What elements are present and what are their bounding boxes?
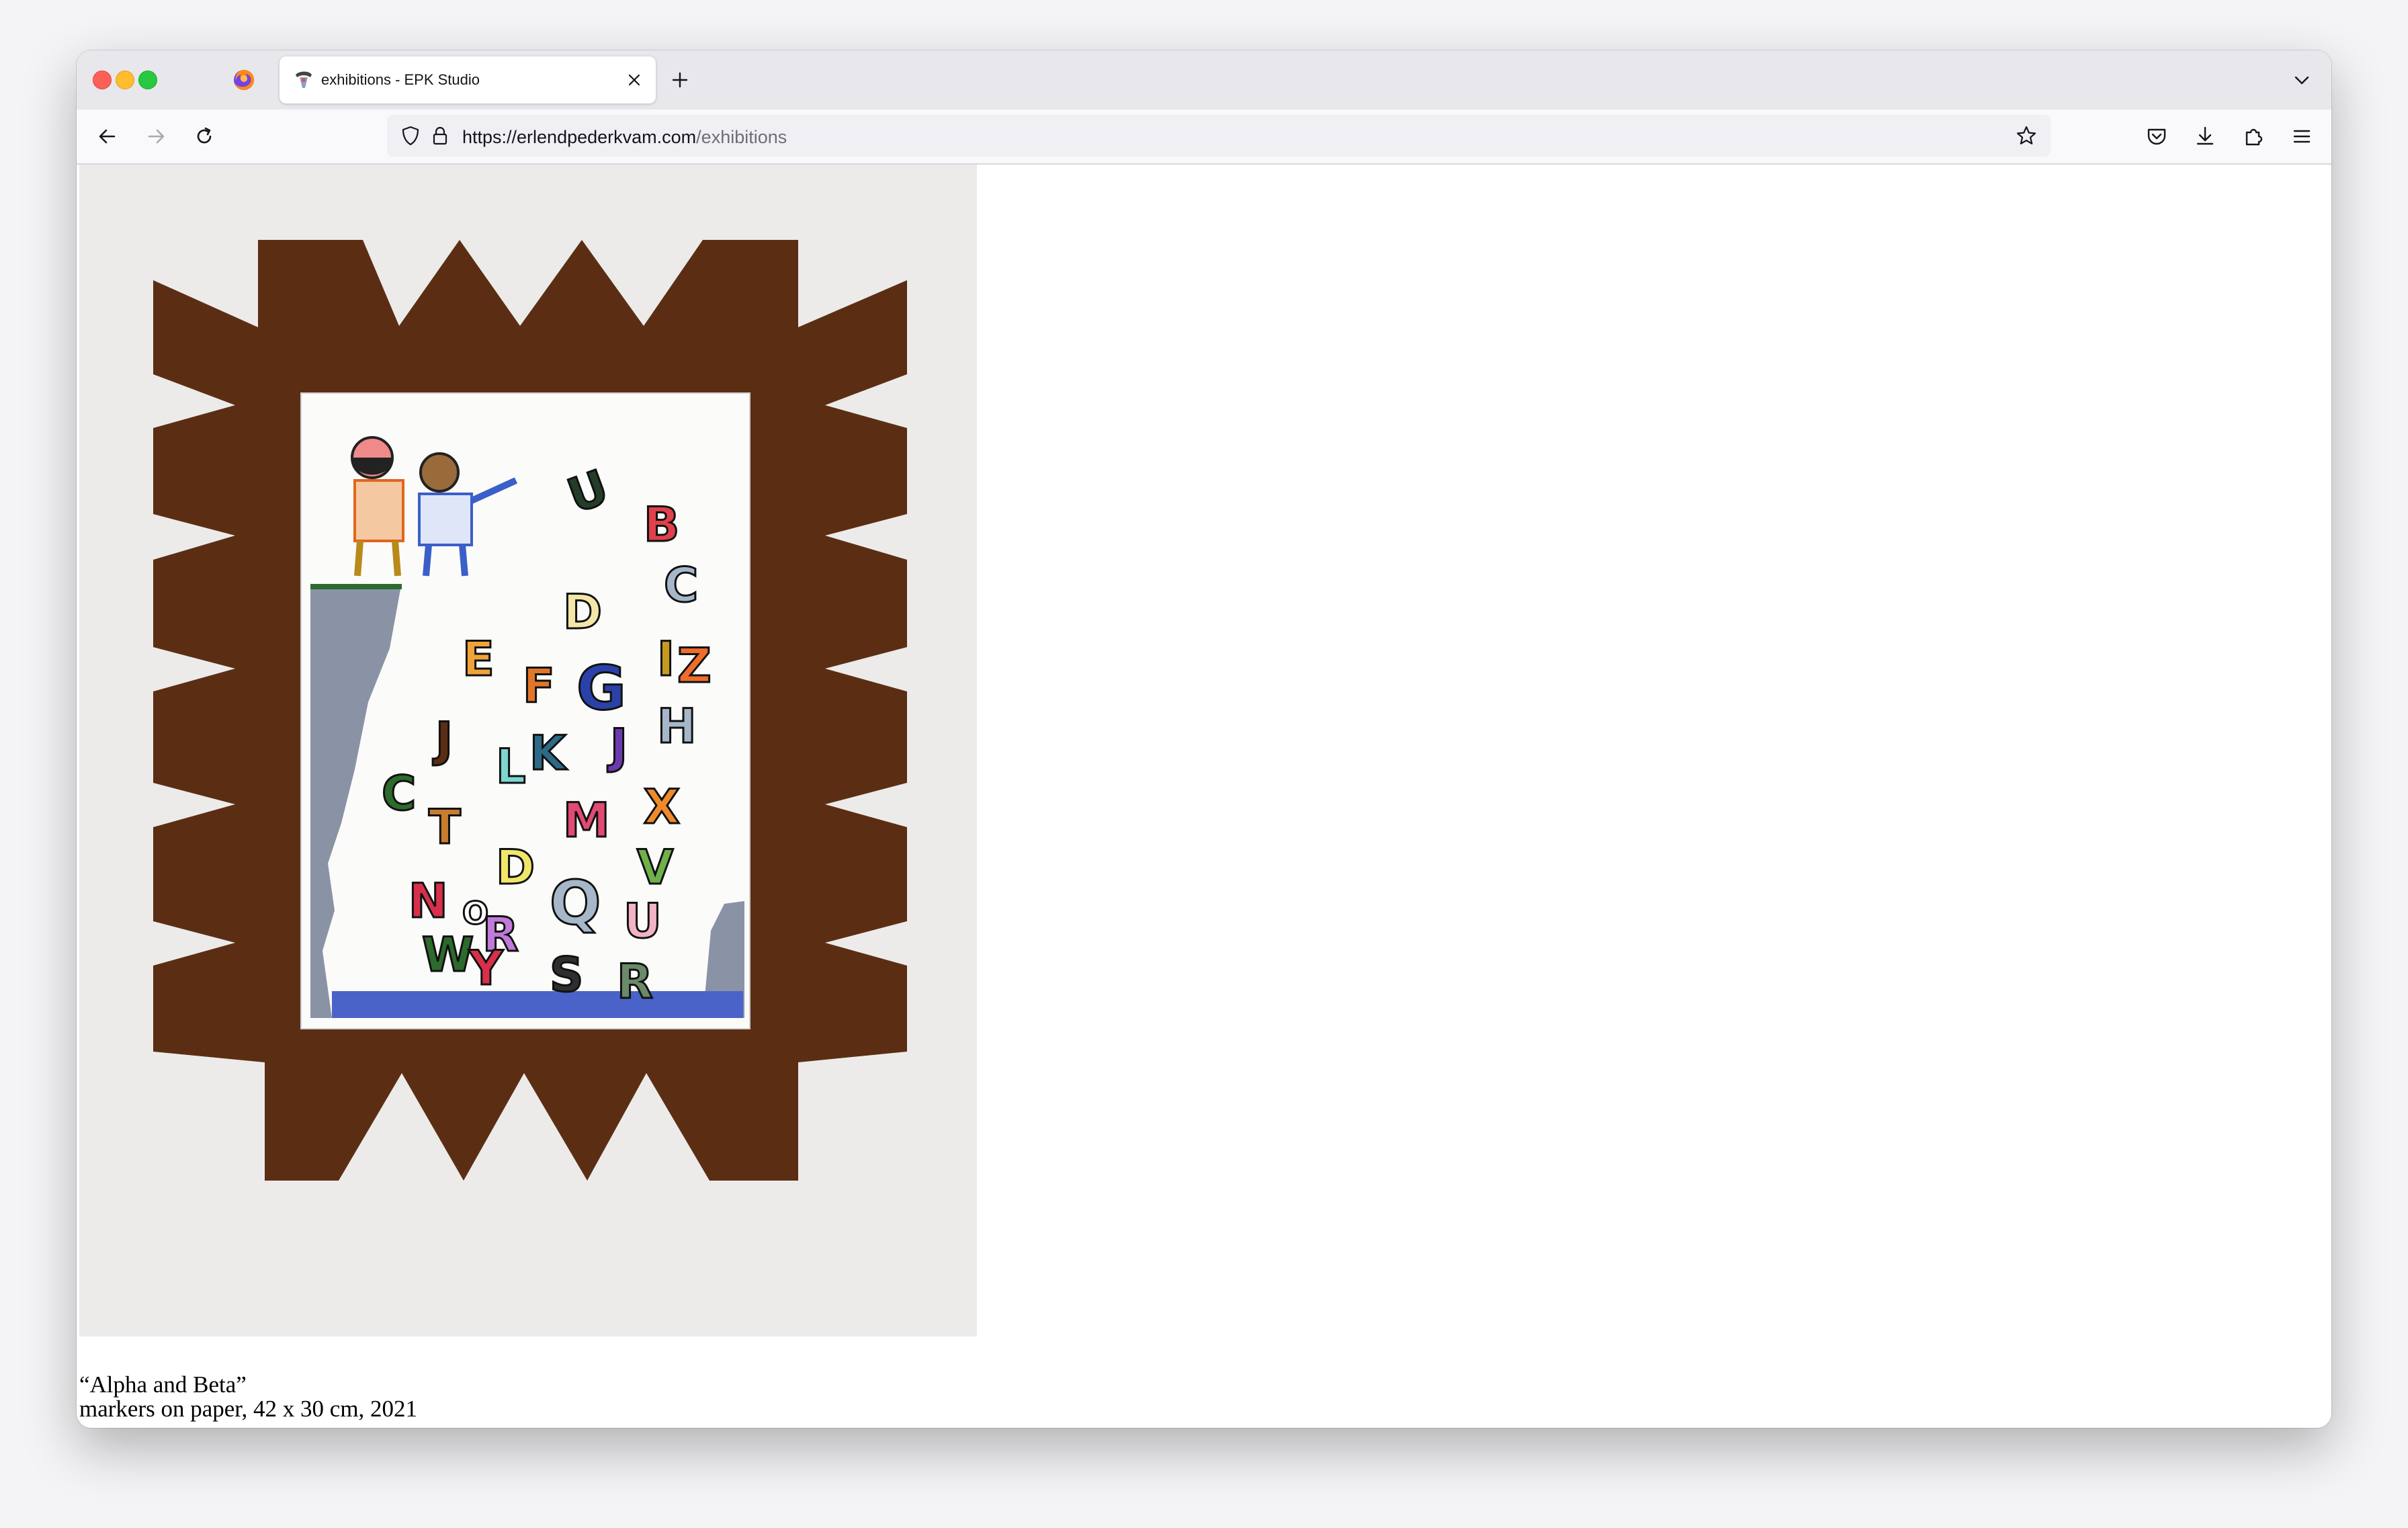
zoom-window-button[interactable]: [138, 71, 157, 89]
svg-text:K: K: [529, 726, 568, 781]
svg-text:V: V: [637, 840, 673, 895]
navigation-toolbar: https://erlendpederkvam.com/exhibitions: [77, 110, 2331, 165]
svg-text:C: C: [382, 766, 416, 821]
tab-title: exhibitions - EPK Studio: [321, 71, 480, 88]
svg-text:J: J: [433, 712, 453, 767]
pocket-icon[interactable]: [2143, 123, 2170, 150]
star-icon[interactable]: [2014, 124, 2038, 148]
svg-text:U: U: [624, 894, 662, 949]
svg-text:E: E: [462, 632, 494, 687]
svg-text:D: D: [563, 585, 602, 640]
close-icon[interactable]: [622, 68, 646, 92]
arrow-left-icon: [99, 129, 116, 144]
svg-text:Y: Y: [468, 941, 504, 996]
artwork-caption: “Alpha and Beta” markers on paper, 42 x …: [79, 1373, 417, 1421]
svg-text:H: H: [657, 699, 697, 754]
back-button[interactable]: [94, 123, 121, 150]
arrow-right-icon: [148, 129, 165, 144]
reload-button[interactable]: [191, 123, 218, 150]
extensions-icon[interactable]: [2240, 123, 2267, 150]
svg-text:G: G: [576, 653, 626, 724]
svg-text:W: W: [422, 927, 474, 982]
svg-text:L: L: [496, 739, 526, 794]
svg-text:X: X: [644, 779, 680, 835]
svg-text:Z: Z: [677, 638, 712, 693]
svg-text:J: J: [607, 719, 628, 774]
tab-exhibitions[interactable]: exhibitions - EPK Studio: [280, 56, 656, 103]
url-text[interactable]: https://erlendpederkvam.com/exhibitions: [462, 127, 787, 148]
svg-text:Q: Q: [550, 868, 601, 939]
url-path: /exhibitions: [696, 127, 787, 147]
url-bar[interactable]: https://erlendpederkvam.com/exhibitions: [387, 115, 2051, 157]
svg-text:M: M: [563, 793, 610, 848]
lock-icon[interactable]: [429, 124, 452, 147]
svg-text:F: F: [523, 659, 555, 714]
new-tab-button[interactable]: [668, 68, 692, 92]
site-favicon-icon: [292, 68, 316, 92]
svg-text:S: S: [550, 947, 583, 1003]
tab-strip: exhibitions - EPK Studio: [77, 50, 2331, 110]
svg-text:N: N: [408, 874, 448, 929]
minimize-window-button[interactable]: [116, 71, 134, 89]
svg-text:I: I: [657, 632, 675, 687]
tracking-protection-icon[interactable]: [399, 124, 422, 147]
url-scheme-host: https://erlendpederkvam.com: [462, 127, 697, 147]
reload-icon: [197, 127, 212, 144]
browser-window: exhibitions - EPK Studio https://erlendp…: [77, 50, 2331, 1428]
artwork-details: markers on paper, 42 x 30 cm, 2021: [79, 1396, 418, 1422]
svg-text:D: D: [496, 840, 535, 895]
artwork-image[interactable]: U B C D E F G I Z H J L K J C T M X D V …: [79, 165, 977, 1336]
chevron-down-icon[interactable]: [2290, 68, 2314, 92]
download-icon[interactable]: [2192, 123, 2219, 150]
plus-icon: [672, 72, 688, 88]
svg-text:C: C: [664, 558, 698, 613]
forward-button[interactable]: [142, 123, 169, 150]
close-window-button[interactable]: [93, 71, 112, 89]
svg-text:T: T: [429, 800, 461, 855]
hamburger-menu-icon[interactable]: [2288, 123, 2315, 150]
page-content: U B C D E F G I Z H J L K J C T M X D V …: [77, 165, 2331, 1428]
svg-text:B: B: [644, 497, 679, 552]
svg-text:R: R: [617, 954, 653, 1009]
artwork-title: “Alpha and Beta”: [79, 1371, 247, 1398]
firefox-view-icon[interactable]: [232, 69, 255, 91]
